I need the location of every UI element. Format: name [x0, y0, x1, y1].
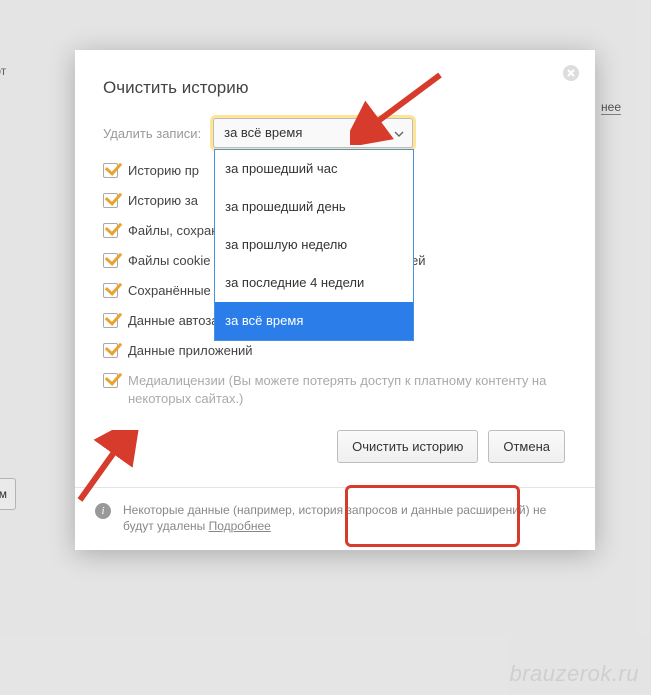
time-range-dropdown: за прошедший часза прошедший деньза прош… [214, 149, 414, 341]
cancel-button[interactable]: Отмена [488, 430, 565, 463]
chevron-down-icon [394, 119, 404, 147]
checkbox[interactable] [103, 163, 118, 178]
checkbox[interactable] [103, 373, 118, 388]
close-button[interactable] [561, 64, 581, 84]
dropdown-option[interactable]: за всё время [215, 302, 413, 340]
checkbox-label: Историю за [128, 192, 198, 210]
footer-more-link[interactable]: Подробнее [209, 519, 271, 533]
time-range-label: Удалить записи: [103, 126, 201, 141]
checkbox-label: Данные приложений [128, 342, 253, 360]
clear-history-button[interactable]: Очистить историю [337, 430, 478, 463]
dropdown-option[interactable]: за прошлую неделю [215, 226, 413, 264]
time-range-value: за всё время [224, 125, 302, 140]
time-range-select[interactable]: за всё время за прошедший часза прошедши… [213, 118, 413, 148]
checkbox[interactable] [103, 343, 118, 358]
footer-text: Некоторые данные (например, история запр… [123, 503, 546, 533]
info-icon: i [95, 503, 111, 519]
checkbox[interactable] [103, 253, 118, 268]
dialog-footer: i Некоторые данные (например, история за… [75, 487, 595, 550]
checkbox-label: Историю пр [128, 162, 199, 180]
checkbox-row: Медиалицензии (Вы можете потерять доступ… [103, 372, 567, 408]
clear-history-dialog: Очистить историю Удалить записи: за всё … [75, 50, 595, 550]
dropdown-option[interactable]: за прошедший час [215, 150, 413, 188]
checkbox[interactable] [103, 283, 118, 298]
checkbox-label: Медиалицензии (Вы можете потерять доступ… [128, 372, 567, 408]
checkbox[interactable] [103, 313, 118, 328]
checkbox[interactable] [103, 223, 118, 238]
dialog-title: Очистить историю [103, 78, 567, 98]
dropdown-option[interactable]: за прошедший день [215, 188, 413, 226]
checkbox[interactable] [103, 193, 118, 208]
checkbox-row: Данные приложений [103, 342, 567, 360]
dropdown-option[interactable]: за последние 4 недели [215, 264, 413, 302]
